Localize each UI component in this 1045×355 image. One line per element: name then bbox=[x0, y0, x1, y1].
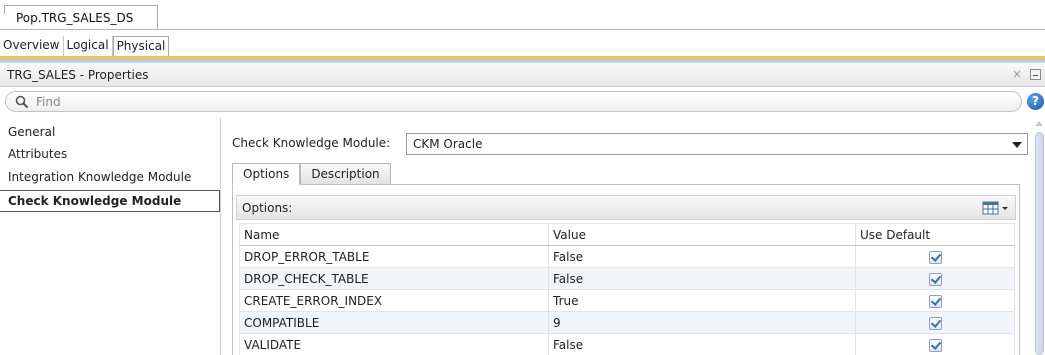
nav-item-label: Attributes bbox=[8, 147, 68, 161]
tab-physical[interactable]: Physical bbox=[112, 36, 170, 56]
view-tabs: Overview Logical Physical bbox=[0, 36, 170, 56]
properties-header: TRG_SALES - Properties × bbox=[0, 63, 1045, 87]
ckm-subtabs: Options Description bbox=[232, 163, 391, 185]
option-value[interactable]: 9 bbox=[548, 311, 856, 334]
tab-physical-label: Physical bbox=[116, 39, 166, 53]
help-icon[interactable]: ? bbox=[1027, 93, 1044, 110]
tab-options-label: Options bbox=[243, 167, 290, 181]
ckm-label: Check Knowledge Module: bbox=[232, 136, 391, 150]
options-header: Options: bbox=[236, 195, 1016, 220]
nav-item-label: Integration Knowledge Module bbox=[8, 170, 192, 184]
use-default-cell bbox=[855, 245, 1015, 268]
use-default-cell bbox=[855, 267, 1015, 290]
vertical-scrollbar[interactable] bbox=[1033, 118, 1045, 355]
tab-options[interactable]: Options bbox=[232, 163, 301, 185]
nav-item-label: Check Knowledge Module bbox=[8, 194, 182, 208]
table-row[interactable]: DROP_ERROR_TABLE False bbox=[239, 245, 1015, 268]
option-value[interactable]: False bbox=[548, 333, 856, 355]
document-tab-label: Pop.TRG_SALES_DS bbox=[16, 11, 134, 25]
option-name: DROP_CHECK_TABLE bbox=[239, 267, 549, 290]
minimize-icon[interactable] bbox=[1030, 69, 1041, 80]
chevron-down-icon bbox=[1012, 142, 1022, 148]
properties-title: TRG_SALES - Properties bbox=[7, 68, 149, 82]
use-default-cell bbox=[855, 311, 1015, 334]
option-name: VALIDATE bbox=[239, 333, 549, 355]
nav-item-check-km[interactable]: Check Knowledge Module bbox=[0, 190, 220, 212]
tab-overview-label: Overview bbox=[3, 38, 60, 52]
scrollbar-thumb[interactable] bbox=[1035, 132, 1044, 355]
options-panel: Options: Name Value Use Default DROP_ERR… bbox=[232, 184, 1020, 355]
column-header-use-default[interactable]: Use Default bbox=[855, 223, 1015, 246]
document-tab-divider bbox=[0, 29, 1045, 30]
option-name: DROP_ERROR_TABLE bbox=[239, 245, 549, 268]
column-header-value[interactable]: Value bbox=[548, 223, 856, 246]
use-default-checkbox[interactable] bbox=[928, 316, 942, 330]
close-icon[interactable]: × bbox=[1012, 67, 1022, 81]
tab-logical-label: Logical bbox=[66, 38, 109, 52]
table-row[interactable]: COMPATIBLE 9 bbox=[239, 311, 1015, 334]
option-value[interactable]: False bbox=[548, 245, 856, 268]
use-default-checkbox[interactable] bbox=[928, 294, 942, 308]
nav-item-general[interactable]: General bbox=[0, 122, 220, 144]
nav-item-label: General bbox=[8, 125, 56, 139]
table-row[interactable]: CREATE_ERROR_INDEX True bbox=[239, 289, 1015, 312]
document-tab[interactable]: Pop.TRG_SALES_DS bbox=[4, 5, 158, 30]
use-default-checkbox[interactable] bbox=[928, 272, 942, 286]
accent-bar bbox=[0, 56, 1045, 63]
option-name: COMPATIBLE bbox=[239, 311, 549, 334]
use-default-cell bbox=[855, 333, 1015, 355]
option-value[interactable]: True bbox=[548, 289, 856, 312]
column-header-name[interactable]: Name bbox=[239, 223, 549, 246]
options-label: Options: bbox=[242, 201, 293, 215]
table-header-row: Name Value Use Default bbox=[239, 223, 1015, 246]
tab-description-label: Description bbox=[311, 167, 380, 181]
find-input[interactable]: Find bbox=[5, 91, 1022, 112]
options-table: Name Value Use Default DROP_ERROR_TABLE … bbox=[239, 223, 1015, 355]
properties-nav: General Attributes Integration Knowledge… bbox=[0, 118, 221, 355]
nav-item-attributes[interactable]: Attributes bbox=[0, 144, 220, 166]
option-value[interactable]: False bbox=[548, 267, 856, 290]
use-default-cell bbox=[855, 289, 1015, 312]
ckm-select[interactable]: CKM Oracle bbox=[406, 133, 1028, 155]
table-row[interactable]: VALIDATE False bbox=[239, 333, 1015, 355]
tab-logical[interactable]: Logical bbox=[64, 36, 113, 56]
search-icon bbox=[15, 95, 29, 109]
tab-overview[interactable]: Overview bbox=[0, 36, 64, 56]
tab-description[interactable]: Description bbox=[300, 163, 391, 185]
option-name: CREATE_ERROR_INDEX bbox=[239, 289, 549, 312]
use-default-checkbox[interactable] bbox=[928, 250, 942, 264]
table-row[interactable]: DROP_CHECK_TABLE False bbox=[239, 267, 1015, 290]
ckm-selected-value: CKM Oracle bbox=[413, 137, 483, 151]
scroll-up-icon[interactable] bbox=[1035, 121, 1043, 126]
use-default-checkbox[interactable] bbox=[928, 338, 942, 352]
find-placeholder: Find bbox=[36, 95, 61, 109]
table-columns-icon[interactable] bbox=[981, 200, 1011, 216]
nav-item-integration-km[interactable]: Integration Knowledge Module bbox=[0, 167, 220, 189]
